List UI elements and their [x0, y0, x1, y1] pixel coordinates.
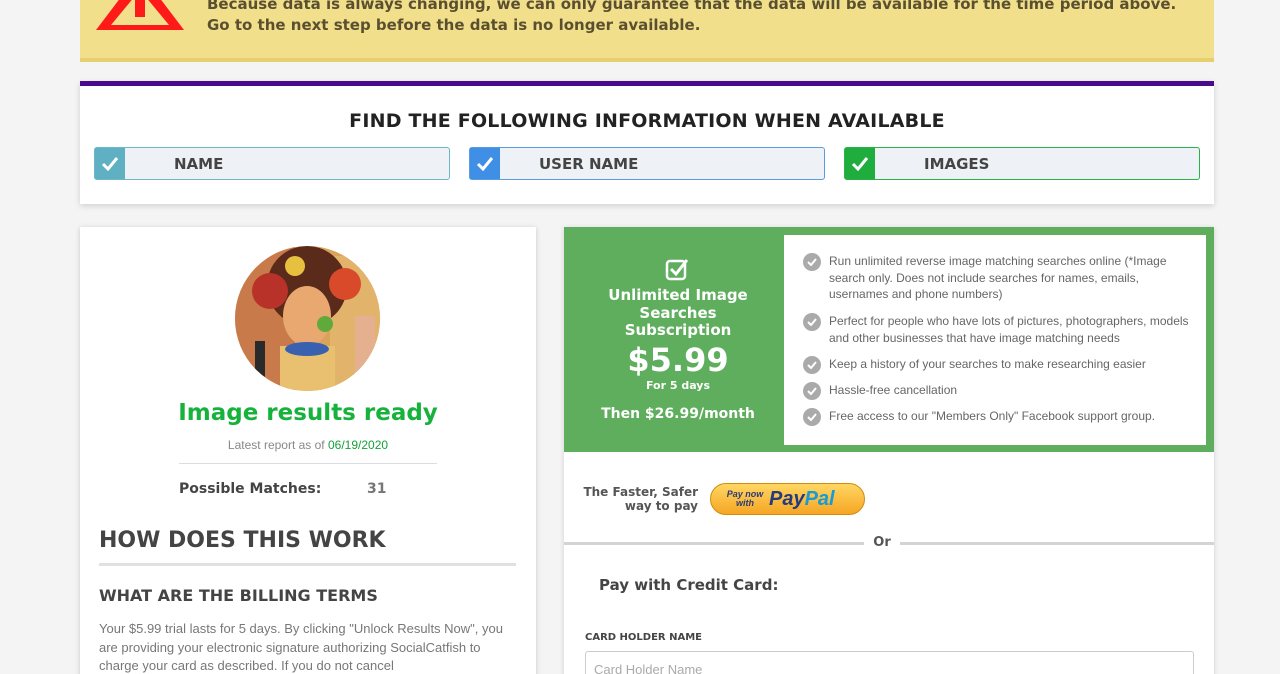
latest-report-date: 06/19/2020	[328, 438, 389, 452]
avatar	[235, 246, 380, 391]
paypal-section: The Faster, Safer way to pay Pay now wit…	[564, 453, 1214, 543]
info-box: FIND THE FOLLOWING INFORMATION WHEN AVAI…	[80, 81, 1214, 204]
check-icon	[845, 148, 875, 179]
info-title: FIND THE FOLLOWING INFORMATION WHEN AVAI…	[349, 110, 945, 132]
latest-report-label: Latest report as of	[227, 438, 325, 452]
plan-price: $5.99	[627, 341, 729, 379]
paypal-logo: PayPal	[769, 488, 835, 510]
checkbox-user-name[interactable]: USER NAME	[469, 147, 825, 180]
checkbox-images[interactable]: IMAGES	[844, 147, 1200, 180]
how-does-this-work-heading: HOW DOES THIS WORK	[99, 528, 386, 553]
divider	[99, 563, 516, 566]
possible-matches-value: 31	[367, 481, 387, 497]
checkbox-checked-icon	[665, 259, 689, 281]
checkbox-name[interactable]: NAME	[94, 147, 450, 180]
checkbox-label: USER NAME	[539, 155, 639, 173]
results-title: Image results ready	[178, 400, 438, 426]
check-circle-icon	[803, 382, 821, 400]
latest-report: Latest report as of 06/19/2020	[80, 438, 536, 452]
warning-icon	[96, 0, 184, 30]
or-separator: Or	[864, 535, 900, 550]
check-circle-icon	[803, 408, 821, 426]
card-holder-input[interactable]	[585, 651, 1194, 674]
feature-item: Free access to our "Members Only" Facebo…	[803, 408, 1193, 426]
feature-item: Perfect for people who have lots of pict…	[803, 313, 1193, 346]
plan-then-price: Then $26.99/month	[601, 406, 755, 422]
possible-matches-label: Possible Matches:	[179, 481, 322, 497]
paypal-button[interactable]: Pay now with PayPal	[710, 483, 865, 515]
credit-card-heading: Pay with Credit Card:	[599, 576, 779, 594]
checkbox-label: IMAGES	[924, 155, 990, 173]
card-holder-label: CARD HOLDER NAME	[585, 632, 703, 643]
feature-item: Keep a history of your searches to make …	[803, 356, 1193, 374]
features-list: Run unlimited reverse image matching sea…	[784, 235, 1206, 445]
warning-banner: Because data is always changing, we can …	[80, 0, 1214, 62]
feature-item: Run unlimited reverse image matching sea…	[803, 253, 1193, 303]
feature-item: Hassle-free cancellation	[803, 382, 1193, 400]
billing-terms-heading: WHAT ARE THE BILLING TERMS	[99, 586, 378, 605]
plan-summary: Unlimited Image Searches Subscription $5…	[564, 227, 784, 452]
checkout-card: Unlimited Image Searches Subscription $5…	[564, 227, 1214, 674]
check-circle-icon	[803, 313, 821, 331]
divider	[179, 463, 437, 464]
plan-panel: Unlimited Image Searches Subscription $5…	[564, 227, 1214, 452]
plan-name: Unlimited Image Searches Subscription	[608, 286, 748, 339]
plan-duration: For 5 days	[645, 379, 711, 392]
paypal-button-prefix: Pay now with	[726, 489, 764, 508]
check-icon	[470, 148, 500, 179]
checkbox-label: NAME	[174, 155, 224, 173]
results-card: Image results ready Latest report as of …	[80, 227, 536, 674]
check-circle-icon	[803, 253, 821, 271]
check-icon	[95, 148, 125, 179]
check-circle-icon	[803, 356, 821, 374]
billing-terms-text: Your $5.99 trial lasts for 5 days. By cl…	[99, 621, 503, 673]
warning-text: Because data is always changing, we can …	[207, 0, 1177, 34]
paypal-tagline: The Faster, Safer way to pay	[583, 485, 698, 513]
